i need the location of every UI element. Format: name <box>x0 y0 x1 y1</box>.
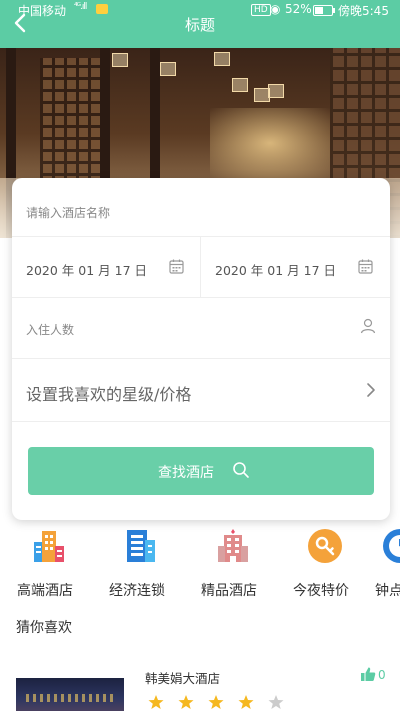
date-range-row: 2020 年 01 月 17 日 2020 年 01 月 17 日 <box>12 237 390 298</box>
thumbs-up-icon[interactable] <box>360 666 376 682</box>
category-label: 高端酒店 <box>17 583 73 599</box>
checkin-date: 2020 年 01 月 17 日 <box>26 263 147 278</box>
category-label: 经济连锁 <box>109 583 165 599</box>
category-label: 精品酒店 <box>201 583 257 599</box>
hero-window-lattice <box>40 58 100 188</box>
clock-icon <box>383 529 400 563</box>
star-icon <box>148 695 164 709</box>
recommend-section-title: 猜你喜欢 <box>16 620 72 636</box>
hotel-name-placeholder: 请输入酒店名称 <box>26 206 111 220</box>
key-icon <box>308 529 342 563</box>
building-icon <box>34 531 64 562</box>
calendar-icon <box>358 259 373 274</box>
calendar-icon <box>169 259 184 274</box>
find-hotel-label: 查找酒店 <box>158 465 214 481</box>
like-count: 0 <box>378 668 386 682</box>
checkout-date-picker[interactable]: 2020 年 01 月 17 日 <box>201 237 389 297</box>
category-luxury-hotel[interactable]: 高端酒店 <box>5 528 85 600</box>
hotel-search-card: 请输入酒店名称 2020 年 01 月 17 日 2020 年 01 月 17 … <box>12 178 390 520</box>
star-price-label: 设置我喜欢的星级/价格 <box>26 385 192 404</box>
guest-count-placeholder: 入住人数 <box>26 323 75 337</box>
hotel-name-field[interactable]: 请输入酒店名称 <box>12 178 390 237</box>
hotel-rating <box>148 694 293 712</box>
category-hourly-room[interactable]: 钟点房 <box>356 528 400 600</box>
category-label: 钟点房 <box>375 583 400 599</box>
checkin-date-picker[interactable]: 2020 年 01 月 17 日 <box>12 237 201 297</box>
category-label: 今夜特价 <box>293 583 349 599</box>
title-bar: 中国移动 ⁴ᴳ.ıll HD ◉ 52% 傍晚5:45 标题 <box>0 0 400 48</box>
star-icon <box>238 695 254 709</box>
category-boutique-hotel[interactable]: 精品酒店 <box>189 528 269 600</box>
user-icon <box>360 318 376 334</box>
star-price-selector[interactable]: 设置我喜欢的星级/价格 <box>12 359 390 422</box>
hotel-thumbnail[interactable] <box>16 678 124 711</box>
notification-icon <box>96 4 108 14</box>
office-icon <box>127 530 155 562</box>
search-icon <box>233 462 249 478</box>
star-empty-icon <box>268 695 284 709</box>
category-bar: 高端酒店 经济连锁 精品酒店 今夜特价 钟点 <box>0 528 400 600</box>
boutique-hotel-icon <box>218 529 248 562</box>
category-budget-chain[interactable]: 经济连锁 <box>97 528 177 600</box>
category-tonight-deals[interactable]: 今夜特价 <box>281 528 361 600</box>
star-icon <box>178 695 194 709</box>
chevron-right-icon <box>367 383 375 397</box>
star-icon <box>208 695 224 709</box>
checkout-date: 2020 年 01 月 17 日 <box>215 263 336 278</box>
guest-count-field[interactable]: 入住人数 <box>12 298 390 359</box>
page-title: 标题 <box>184 16 215 34</box>
hotel-name[interactable]: 韩美娟大酒店 <box>145 668 220 687</box>
signal-icon: ⁴ᴳ.ıll <box>74 2 87 12</box>
find-hotel-button[interactable]: 查找酒店 <box>28 447 374 495</box>
